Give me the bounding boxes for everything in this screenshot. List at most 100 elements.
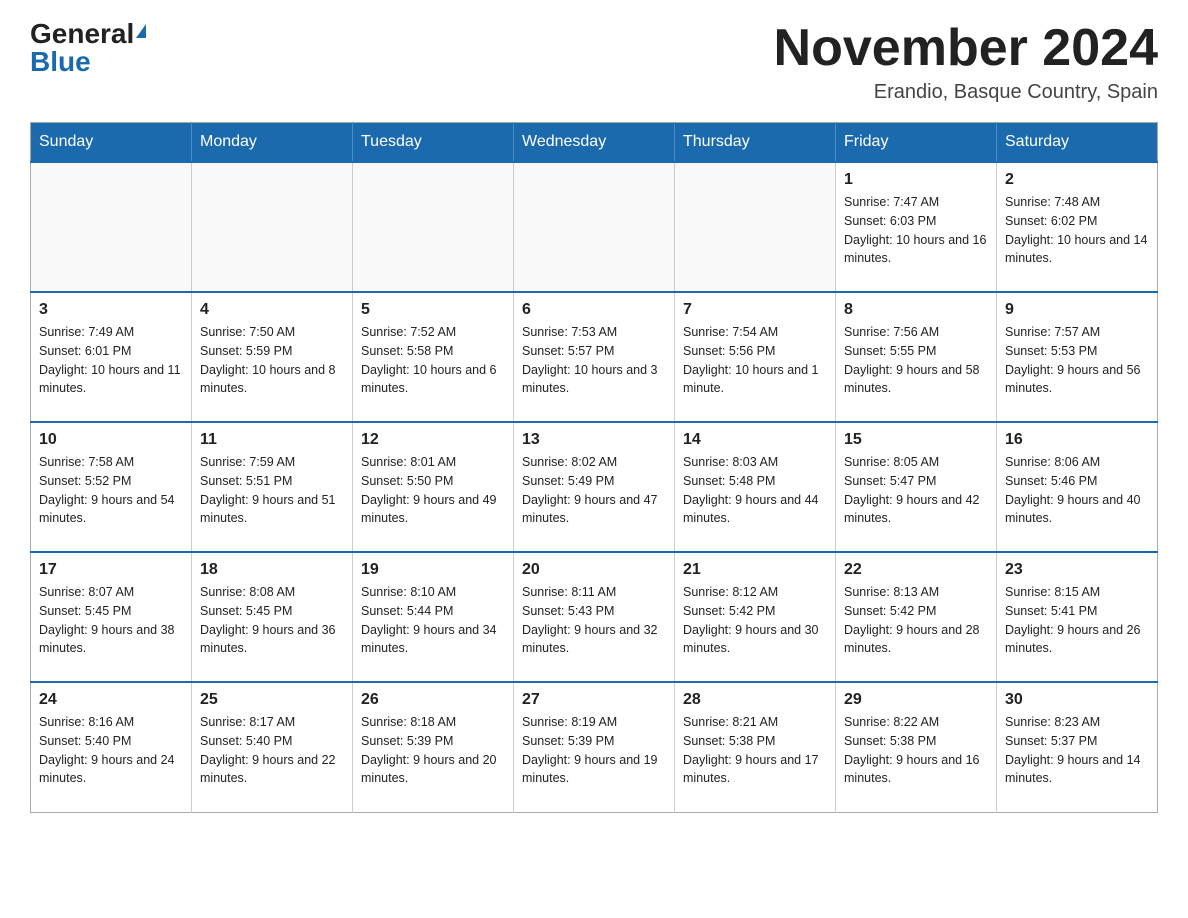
calendar-cell: 29 Sunrise: 8:22 AMSunset: 5:38 PMDayligh… <box>836 682 997 812</box>
calendar-row-1: 3Sunrise: 7:49 AMSunset: 6:01 PMDaylight… <box>31 292 1158 422</box>
calendar-cell: 15 Sunrise: 8:05 AMSunset: 5:47 PMDayligh… <box>836 422 997 552</box>
calendar-cell: 19 Sunrise: 8:10 AMSunset: 5:44 PMDayligh… <box>353 552 514 682</box>
location-subtitle: Erandio, Basque Country, Spain <box>774 81 1158 104</box>
day-info: Sunrise: 7:48 AMSunset: 6:02 PMDaylight:… <box>1005 193 1149 268</box>
day-number: 20 <box>522 561 666 579</box>
calendar-cell: 8 Sunrise: 7:56 AMSunset: 5:55 PMDaylight… <box>836 292 997 422</box>
day-number: 30 <box>1005 691 1149 709</box>
calendar-cell: 25 Sunrise: 8:17 AMSunset: 5:40 PMDayligh… <box>192 682 353 812</box>
day-info: Sunrise: 8:03 AMSunset: 5:48 PMDaylight:… <box>683 453 827 528</box>
day-info: Sunrise: 7:56 AMSunset: 5:55 PMDaylight:… <box>844 323 988 398</box>
page-title: November 2024 <box>774 20 1158 77</box>
day-number: 28 <box>683 691 827 709</box>
calendar-cell: 20Sunrise: 8:11 AMSunset: 5:43 PMDayligh… <box>514 552 675 682</box>
calendar-cell: 1Sunrise: 7:47 AMSunset: 6:03 PMDaylight… <box>836 162 997 292</box>
day-info: Sunrise: 8:22 AMSunset: 5:38 PMDaylight:… <box>844 713 988 788</box>
day-number: 8 <box>844 301 988 319</box>
calendar-header: SundayMondayTuesdayWednesdayThursdayFrid… <box>31 123 1158 163</box>
weekday-header-friday: Friday <box>836 123 997 163</box>
logo: General Blue <box>30 20 146 76</box>
calendar-cell: 5 Sunrise: 7:52 AMSunset: 5:58 PMDaylight… <box>353 292 514 422</box>
calendar-cell: 14 Sunrise: 8:03 AMSunset: 5:48 PMDayligh… <box>675 422 836 552</box>
day-info: Sunrise: 8:17 AMSunset: 5:40 PMDaylight:… <box>200 713 344 788</box>
day-info: Sunrise: 7:58 AMSunset: 5:52 PMDaylight:… <box>39 453 183 528</box>
day-info: Sunrise: 8:05 AMSunset: 5:47 PMDaylight:… <box>844 453 988 528</box>
day-info: Sunrise: 8:10 AMSunset: 5:44 PMDaylight:… <box>361 583 505 658</box>
day-info: Sunrise: 8:01 AMSunset: 5:50 PMDaylight:… <box>361 453 505 528</box>
calendar-cell: 27 Sunrise: 8:19 AMSunset: 5:39 PMDayligh… <box>514 682 675 812</box>
weekday-header-monday: Monday <box>192 123 353 163</box>
calendar-cell: 12Sunrise: 8:01 AMSunset: 5:50 PMDayligh… <box>353 422 514 552</box>
day-number: 14 <box>683 431 827 449</box>
day-number: 15 <box>844 431 988 449</box>
calendar-row-4: 24 Sunrise: 8:16 AMSunset: 5:40 PMDayligh… <box>31 682 1158 812</box>
day-number: 25 <box>200 691 344 709</box>
day-number: 26 <box>361 691 505 709</box>
calendar-cell: 10 Sunrise: 7:58 AMSunset: 5:52 PMDayligh… <box>31 422 192 552</box>
calendar-row-2: 10 Sunrise: 7:58 AMSunset: 5:52 PMDayligh… <box>31 422 1158 552</box>
day-info: Sunrise: 8:19 AMSunset: 5:39 PMDaylight:… <box>522 713 666 788</box>
calendar-cell <box>192 162 353 292</box>
day-number: 22 <box>844 561 988 579</box>
calendar-cell: 7Sunrise: 7:54 AMSunset: 5:56 PMDaylight… <box>675 292 836 422</box>
day-info: Sunrise: 8:02 AMSunset: 5:49 PMDaylight:… <box>522 453 666 528</box>
day-info: Sunrise: 7:57 AMSunset: 5:53 PMDaylight:… <box>1005 323 1149 398</box>
title-block: November 2024 Erandio, Basque Country, S… <box>774 20 1158 104</box>
calendar-cell: 16 Sunrise: 8:06 AMSunset: 5:46 PMDayligh… <box>997 422 1158 552</box>
day-number: 6 <box>522 301 666 319</box>
day-number: 5 <box>361 301 505 319</box>
calendar-cell: 17 Sunrise: 8:07 AMSunset: 5:45 PMDayligh… <box>31 552 192 682</box>
calendar-cell: 2 Sunrise: 7:48 AMSunset: 6:02 PMDaylight… <box>997 162 1158 292</box>
calendar-table: SundayMondayTuesdayWednesdayThursdayFrid… <box>30 122 1158 813</box>
day-number: 29 <box>844 691 988 709</box>
calendar-cell <box>675 162 836 292</box>
day-info: Sunrise: 8:13 AMSunset: 5:42 PMDaylight:… <box>844 583 988 658</box>
calendar-cell: 11 Sunrise: 7:59 AMSunset: 5:51 PMDayligh… <box>192 422 353 552</box>
day-info: Sunrise: 8:07 AMSunset: 5:45 PMDaylight:… <box>39 583 183 658</box>
day-info: Sunrise: 7:50 AMSunset: 5:59 PMDaylight:… <box>200 323 344 398</box>
weekday-header-thursday: Thursday <box>675 123 836 163</box>
calendar-cell: 6Sunrise: 7:53 AMSunset: 5:57 PMDaylight… <box>514 292 675 422</box>
day-info: Sunrise: 8:18 AMSunset: 5:39 PMDaylight:… <box>361 713 505 788</box>
day-info: Sunrise: 8:15 AMSunset: 5:41 PMDaylight:… <box>1005 583 1149 658</box>
day-number: 11 <box>200 431 344 449</box>
logo-blue-text: Blue <box>30 48 91 76</box>
calendar-cell <box>514 162 675 292</box>
calendar-body: 1Sunrise: 7:47 AMSunset: 6:03 PMDaylight… <box>31 162 1158 812</box>
day-number: 3 <box>39 301 183 319</box>
calendar-cell: 9 Sunrise: 7:57 AMSunset: 5:53 PMDaylight… <box>997 292 1158 422</box>
page-header: General Blue November 2024 Erandio, Basq… <box>30 20 1158 104</box>
day-number: 9 <box>1005 301 1149 319</box>
calendar-cell: 3Sunrise: 7:49 AMSunset: 6:01 PMDaylight… <box>31 292 192 422</box>
weekday-header-wednesday: Wednesday <box>514 123 675 163</box>
weekday-header-tuesday: Tuesday <box>353 123 514 163</box>
day-info: Sunrise: 8:06 AMSunset: 5:46 PMDaylight:… <box>1005 453 1149 528</box>
logo-triangle-icon <box>136 24 146 38</box>
day-number: 10 <box>39 431 183 449</box>
weekday-header-saturday: Saturday <box>997 123 1158 163</box>
day-info: Sunrise: 7:54 AMSunset: 5:56 PMDaylight:… <box>683 323 827 398</box>
day-info: Sunrise: 8:16 AMSunset: 5:40 PMDaylight:… <box>39 713 183 788</box>
calendar-cell: 26 Sunrise: 8:18 AMSunset: 5:39 PMDayligh… <box>353 682 514 812</box>
day-info: Sunrise: 7:52 AMSunset: 5:58 PMDaylight:… <box>361 323 505 398</box>
day-info: Sunrise: 7:59 AMSunset: 5:51 PMDaylight:… <box>200 453 344 528</box>
day-number: 19 <box>361 561 505 579</box>
day-number: 27 <box>522 691 666 709</box>
day-info: Sunrise: 7:47 AMSunset: 6:03 PMDaylight:… <box>844 193 988 268</box>
calendar-cell: 22 Sunrise: 8:13 AMSunset: 5:42 PMDayligh… <box>836 552 997 682</box>
day-number: 17 <box>39 561 183 579</box>
calendar-cell: 28 Sunrise: 8:21 AMSunset: 5:38 PMDayligh… <box>675 682 836 812</box>
day-info: Sunrise: 8:08 AMSunset: 5:45 PMDaylight:… <box>200 583 344 658</box>
calendar-row-0: 1Sunrise: 7:47 AMSunset: 6:03 PMDaylight… <box>31 162 1158 292</box>
day-number: 4 <box>200 301 344 319</box>
header-row: SundayMondayTuesdayWednesdayThursdayFrid… <box>31 123 1158 163</box>
day-info: Sunrise: 8:12 AMSunset: 5:42 PMDaylight:… <box>683 583 827 658</box>
day-number: 24 <box>39 691 183 709</box>
day-number: 2 <box>1005 171 1149 189</box>
calendar-cell: 21Sunrise: 8:12 AMSunset: 5:42 PMDayligh… <box>675 552 836 682</box>
day-number: 23 <box>1005 561 1149 579</box>
day-number: 16 <box>1005 431 1149 449</box>
logo-general-text: General <box>30 20 134 48</box>
calendar-cell: 23 Sunrise: 8:15 AMSunset: 5:41 PMDayligh… <box>997 552 1158 682</box>
day-info: Sunrise: 8:21 AMSunset: 5:38 PMDaylight:… <box>683 713 827 788</box>
